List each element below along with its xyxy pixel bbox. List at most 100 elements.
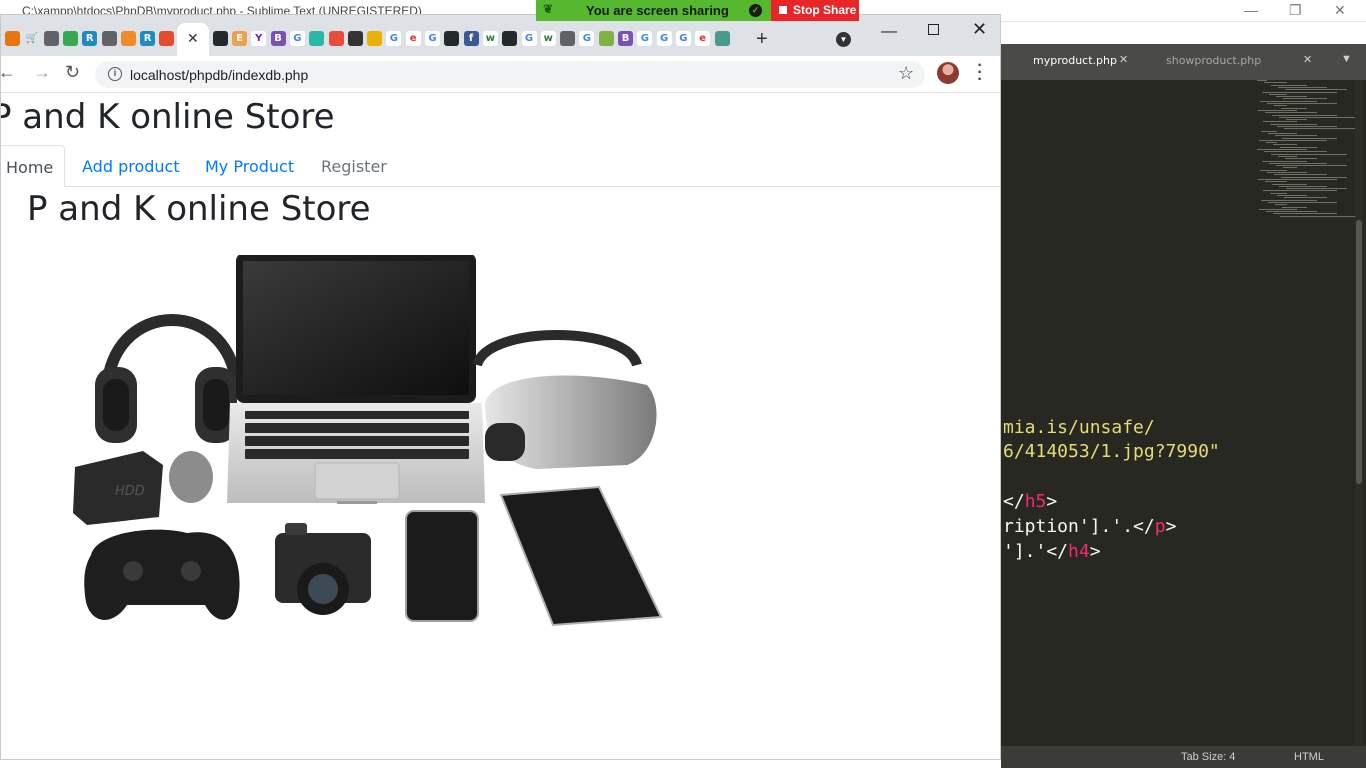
info-icon[interactable]: i: [108, 67, 122, 81]
svg-text:HDD: HDD: [115, 484, 145, 499]
rstudio-favicon[interactable]: R: [82, 31, 98, 46]
close-icon[interactable]: ✕: [1334, 2, 1346, 19]
cart-favicon[interactable]: 🛒: [24, 31, 40, 46]
sublime-favicon[interactable]: [5, 31, 20, 46]
nav-register[interactable]: Register: [321, 145, 387, 187]
bootstrap-favicon[interactable]: B: [270, 31, 286, 46]
rstudio-favicon[interactable]: R: [140, 31, 156, 46]
minimap-line: [1265, 112, 1317, 114]
editor-tab-showproduct[interactable]: showproduct.php: [1166, 54, 1261, 67]
url-text[interactable]: localhost/phpdb/indexdb.php: [130, 67, 308, 83]
restore-icon[interactable]: ❐: [1289, 2, 1302, 19]
globe-favicon[interactable]: [101, 31, 117, 46]
google-favicon[interactable]: G: [656, 31, 672, 46]
c-favicon[interactable]: [328, 31, 344, 46]
bootstrap-favicon[interactable]: B: [618, 31, 633, 46]
hard-drive-graphic: HDD: [73, 451, 163, 525]
nav-my-product[interactable]: My Product: [205, 145, 294, 187]
color-favicon[interactable]: [367, 31, 383, 46]
globe-favicon[interactable]: [560, 31, 576, 46]
minimap-line: [1279, 116, 1357, 118]
editor-tab-myproduct[interactable]: myproduct.php: [1033, 54, 1117, 67]
fox-favicon[interactable]: [120, 31, 136, 46]
minimap-line: [1282, 206, 1307, 208]
vr-headset-graphic: [472, 330, 657, 469]
google-favicon[interactable]: G: [579, 31, 595, 46]
tab-size-indicator[interactable]: Tab Size: 4: [1181, 751, 1235, 763]
minimap-line: [1259, 139, 1327, 141]
edureka-favicon[interactable]: e: [405, 31, 421, 46]
google-favicon[interactable]: G: [675, 31, 691, 46]
tab-search-icon[interactable]: ▼: [836, 32, 851, 47]
edureka-favicon[interactable]: e: [695, 31, 711, 46]
diamond-favicon[interactable]: [309, 31, 325, 46]
minimize-icon[interactable]: —: [1244, 2, 1258, 18]
github-favicon[interactable]: [212, 31, 228, 46]
code-token: ription'].'.</: [1003, 516, 1155, 537]
minimize-icon[interactable]: —: [881, 23, 897, 41]
maximize-icon[interactable]: [928, 24, 939, 35]
minimap-line: [1276, 96, 1307, 98]
google-favicon[interactable]: G: [521, 31, 537, 46]
minimap-line: [1262, 160, 1307, 162]
reload-icon[interactable]: ↻: [65, 62, 80, 83]
editor-scrollbar[interactable]: [1355, 80, 1363, 746]
tab-strip: 🛒 R R E Y B G Ge Gf w Gw G B G G Ge ✕ + ▼ — ✕: [1, 15, 1000, 56]
minimap[interactable]: [1251, 80, 1357, 230]
photo-favicon[interactable]: [347, 31, 363, 46]
nav-home[interactable]: Home: [1, 145, 65, 187]
new-tab-button[interactable]: +: [756, 28, 768, 51]
code-line: mia.is/unsafe/: [1003, 417, 1155, 438]
download-favicon[interactable]: [598, 31, 614, 46]
tablet-graphic: [499, 485, 663, 627]
tab-overflow-icon[interactable]: ▼: [1341, 53, 1352, 65]
minimap-line: [1264, 82, 1287, 84]
forward-arrow-icon[interactable]: →: [33, 62, 51, 83]
facebook-favicon[interactable]: f: [463, 31, 479, 46]
close-tab-icon[interactable]: ✕: [1303, 53, 1312, 66]
google-favicon[interactable]: G: [386, 31, 402, 46]
syntax-indicator[interactable]: HTML: [1294, 751, 1324, 763]
globe-favicon[interactable]: [43, 31, 59, 46]
github-favicon[interactable]: [444, 31, 460, 46]
close-tab-icon[interactable]: ✕: [1119, 53, 1128, 66]
code-token: >: [1046, 491, 1058, 512]
laptop-graphic: [227, 255, 485, 504]
minimap-line: [1264, 151, 1327, 153]
w-favicon[interactable]: w: [540, 31, 556, 46]
minimap-line: [1266, 142, 1277, 144]
google-favicon[interactable]: G: [289, 31, 305, 46]
minimap-line: [1285, 158, 1317, 160]
git-favicon[interactable]: [159, 31, 175, 46]
sublime-tab-bar: myproduct.php ✕ showproduct.php ✕ ▼: [1001, 44, 1366, 80]
code-editor[interactable]: mia.is/unsafe/6/414053/1.jpg?7990" </h5> r…: [1001, 80, 1366, 746]
github-favicon[interactable]: [502, 31, 518, 46]
minimap-line: [1286, 188, 1347, 190]
minimap-line: [1261, 199, 1317, 201]
scrollbar-thumb[interactable]: [1356, 220, 1362, 484]
w-favicon[interactable]: w: [482, 31, 498, 46]
stop-share-button[interactable]: Stop Share: [771, 0, 859, 21]
minimap-line: [1279, 185, 1327, 187]
status-bar: Tab Size: 4 HTML: [1001, 746, 1366, 768]
profile-avatar[interactable]: [937, 62, 959, 84]
active-tab[interactable]: ✕: [177, 23, 209, 56]
google-favicon[interactable]: G: [637, 31, 653, 46]
y-favicon[interactable]: Y: [251, 31, 267, 46]
nav-add-product[interactable]: Add product: [82, 145, 180, 187]
back-arrow-icon[interactable]: ←: [1, 62, 16, 83]
minimap-line: [1281, 176, 1347, 178]
bookmark-star-icon[interactable]: ☆: [898, 63, 914, 84]
e-favicon[interactable]: E: [232, 31, 247, 46]
address-bar[interactable]: i localhost/phpdb/indexdb.php ☆: [95, 61, 925, 88]
close-tab-icon[interactable]: ✕: [187, 30, 199, 47]
google-favicon[interactable]: G: [425, 31, 440, 46]
close-window-icon[interactable]: ✕: [972, 19, 987, 40]
drive-favicon[interactable]: [62, 31, 78, 46]
minimap-line: [1262, 91, 1337, 93]
tea-favicon[interactable]: [714, 31, 730, 46]
minimap-line: [1284, 197, 1327, 199]
screen-sharing-text: You are screen sharing: [586, 3, 729, 18]
menu-kebab-icon[interactable]: · · ·: [975, 58, 985, 88]
mouse-graphic: [169, 451, 213, 503]
